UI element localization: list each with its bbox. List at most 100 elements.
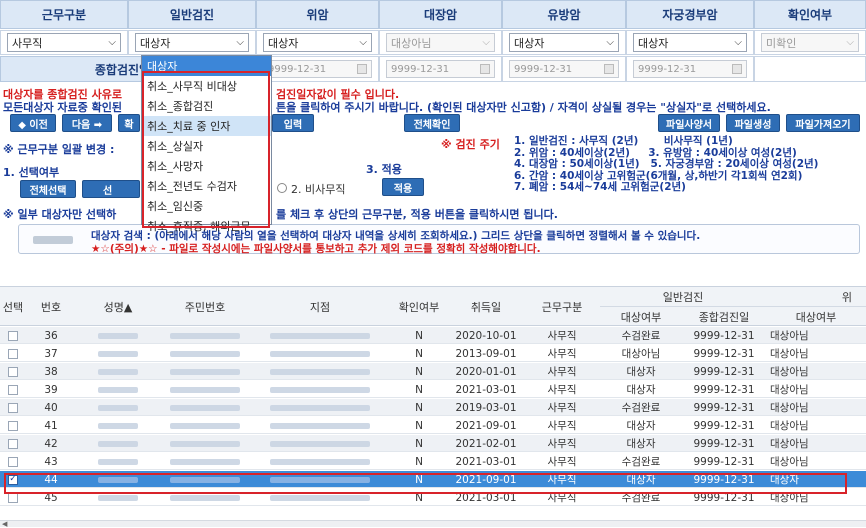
- row-checkbox[interactable]: [8, 366, 18, 377]
- masked-value: [270, 440, 370, 447]
- col-branch[interactable]: 지점: [250, 287, 390, 327]
- masked-value: [270, 494, 370, 501]
- cell-rrn: [160, 363, 250, 380]
- cell-branch: [250, 453, 390, 470]
- radio-non-office[interactable]: [277, 183, 287, 193]
- bulk-footnote-tail: 를 체크 후 상단의 근무구분, 적용 버튼을 클릭하시면 됩니다.: [276, 208, 558, 221]
- masked-value: [170, 494, 240, 501]
- col-confirm[interactable]: 확인여부: [390, 287, 448, 327]
- table-row[interactable]: 36 N 2020-10-01 사무직 수검완료 9999-12-31 대상아님: [0, 327, 866, 344]
- table-row[interactable]: 40 N 2019-03-01 사무직 수검완료 9999-12-31 대상아님: [0, 399, 866, 416]
- cervical-date-input: 9999-12-31: [633, 60, 747, 78]
- cell-target: 수검완료: [621, 402, 661, 414]
- chevron-down-icon: ⌵: [236, 37, 244, 48]
- table-row[interactable]: 43 N 2021-03-01 사무직 수검완료 9999-12-31 대상아님: [0, 453, 866, 470]
- row-checkbox[interactable]: [8, 456, 18, 467]
- select-all-button[interactable]: 전체선택: [20, 180, 76, 198]
- cell-rrn: [160, 453, 250, 470]
- table-row[interactable]: 38 N 2020-01-01 사무직 대상자 9999-12-31 대상아님: [0, 363, 866, 380]
- file-import-button[interactable]: 파일가져오기: [786, 114, 860, 132]
- cell-no: 43: [44, 455, 58, 468]
- col-number[interactable]: 번호: [26, 287, 76, 327]
- table-row[interactable]: 42 N 2021-02-01 사무직 대상자 9999-12-31 대상아님: [0, 435, 866, 452]
- cell-hire: 2020-01-01: [455, 365, 517, 378]
- general-checkup-value: 대상자: [140, 36, 171, 50]
- cell-exam: 9999-12-31: [693, 329, 755, 342]
- breast-date-value: 9999-12-31: [514, 63, 573, 75]
- row-checkbox[interactable]: [8, 330, 18, 341]
- stomach-cancer-select[interactable]: 대상자 ⌵: [263, 33, 372, 52]
- cell-work: 사무직: [547, 438, 577, 450]
- cell-hire: 2020-10-01: [455, 329, 517, 342]
- breast-cancer-select[interactable]: 대상자 ⌵: [509, 33, 619, 52]
- cell-target: 대상자: [626, 384, 656, 396]
- horizontal-scrollbar[interactable]: [0, 520, 866, 527]
- cell-name: [76, 417, 160, 434]
- cell-work: 사무직: [547, 366, 577, 378]
- cell-confirm: N: [415, 347, 423, 360]
- chevron-down-icon: ⌵: [108, 37, 116, 48]
- cervical-cancer-value: 대상자: [638, 36, 669, 50]
- row-checkbox[interactable]: [8, 348, 18, 359]
- cell-no: 37: [44, 347, 58, 360]
- file-create-button[interactable]: 파일생성: [726, 114, 780, 132]
- cell-rrn: [160, 435, 250, 452]
- cell-exam: 9999-12-31: [693, 419, 755, 432]
- col-target[interactable]: 대상여부: [600, 307, 682, 327]
- col-group-stomach: 위: [766, 287, 866, 307]
- cell-work: 사무직: [547, 402, 577, 414]
- confirm-status-value: 미확인: [766, 36, 797, 50]
- cell-target2: 대상아님: [770, 456, 809, 468]
- table-row[interactable]: 41 N 2021-09-01 사무직 대상자 9999-12-31 대상아님: [0, 417, 866, 434]
- row-checkbox[interactable]: [8, 492, 18, 503]
- row-checkbox[interactable]: [8, 438, 18, 449]
- col-target2[interactable]: 대상여부: [766, 307, 866, 327]
- bulk-footnote: ※ 일부 대상자만 선택하: [3, 208, 117, 221]
- col-hire-date[interactable]: 취득일: [448, 287, 524, 327]
- confirm-button[interactable]: 확: [118, 114, 140, 132]
- row-checkbox[interactable]: [8, 402, 18, 413]
- next-button[interactable]: 다음 ➡: [62, 114, 112, 132]
- confirm-all-button[interactable]: 전체확인: [404, 114, 460, 132]
- calendar-icon: [357, 64, 367, 74]
- col-rrn[interactable]: 주민번호: [160, 287, 250, 327]
- col-select[interactable]: 선택: [0, 287, 26, 327]
- table-row[interactable]: 37 N 2013-09-01 사무직 대상아님 9999-12-31 대상아님: [0, 345, 866, 362]
- masked-value: [98, 368, 138, 375]
- cell-select: [0, 435, 26, 452]
- search-field-masked[interactable]: [33, 236, 73, 244]
- work-type-select[interactable]: 사무직 ⌵: [7, 33, 121, 52]
- col-work-type[interactable]: 근무구분: [524, 287, 600, 327]
- cell-target: 대상자: [626, 438, 656, 450]
- col-name[interactable]: 성명▲: [76, 287, 160, 327]
- stomach-date-value: 9999-12-31: [268, 63, 327, 75]
- cervical-cancer-select[interactable]: 대상자 ⌵: [633, 33, 747, 52]
- cell-name: [76, 435, 160, 452]
- cell-no: 36: [44, 329, 58, 342]
- masked-value: [170, 458, 240, 465]
- cell-target: 대상자: [626, 366, 656, 378]
- col-exam-date[interactable]: 종합검진일: [682, 307, 766, 327]
- cell-confirm: N: [415, 329, 423, 342]
- bulk-step1-label: 1. 선택여부: [3, 166, 60, 179]
- chevron-down-icon: ⌵: [482, 37, 490, 48]
- cell-target2: 대상아님: [770, 420, 809, 432]
- table-row[interactable]: 39 N 2021-03-01 사무직 대상자 9999-12-31 대상아님: [0, 381, 866, 398]
- cell-hire: 2019-03-01: [455, 401, 517, 414]
- cell-confirm: N: [415, 419, 423, 432]
- select-partial-button[interactable]: 선: [82, 180, 140, 198]
- exam-date-row: 종합검진일자 9999-12-31 9999-12-31 9999-12-31 …: [0, 56, 866, 82]
- prev-button[interactable]: ◆ 이전: [10, 114, 56, 132]
- row-checkbox[interactable]: [8, 384, 18, 395]
- cell-work: 사무직: [547, 420, 577, 432]
- apply-button[interactable]: 적용: [382, 178, 424, 196]
- breast-cancer-value: 대상자: [514, 36, 545, 50]
- general-checkup-select[interactable]: 대상자 ⌵: [135, 33, 249, 52]
- row-checkbox[interactable]: [8, 420, 18, 431]
- cell-hire: 2021-09-01: [455, 419, 517, 432]
- cell-confirm: N: [415, 455, 423, 468]
- masked-value: [170, 386, 240, 393]
- file-spec-button[interactable]: 파일사양서: [658, 114, 720, 132]
- direct-input-button[interactable]: 입력: [272, 114, 314, 132]
- cell-select: [0, 363, 26, 380]
